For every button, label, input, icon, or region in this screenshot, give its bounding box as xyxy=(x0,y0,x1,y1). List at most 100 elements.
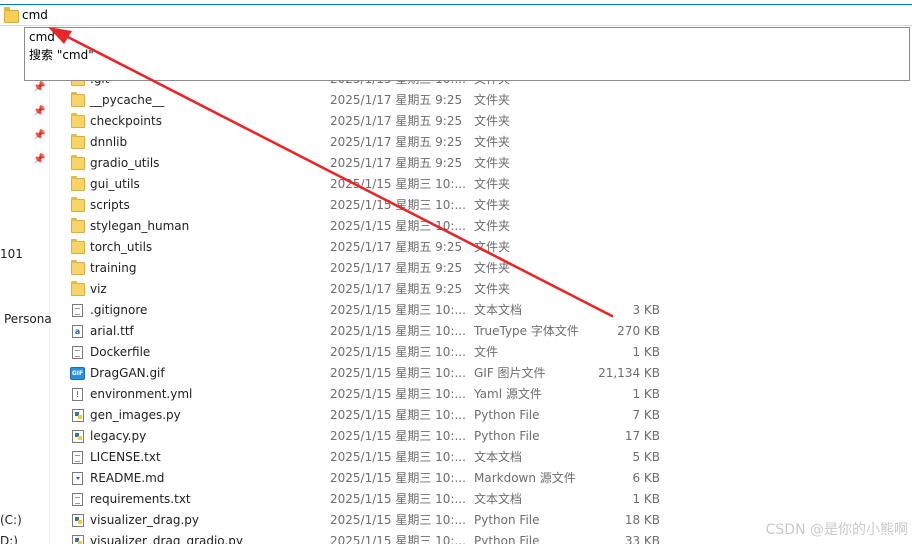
file-date-modified: 2025/1/17 星期五 9:25 xyxy=(330,93,463,107)
file-date-modified: 2025/1/15 星期三 10:... xyxy=(330,303,466,317)
file-type: Yaml 源文件 xyxy=(474,387,542,401)
file-list: .git2025/1/15 星期三 10:...文件夹__pycache__20… xyxy=(66,69,912,544)
address-suggestions-dropdown: cmd 搜索 "cmd" xyxy=(24,27,910,81)
pin-icon[interactable]: 📌 xyxy=(33,131,45,141)
file-row[interactable]: Dockerfile 2025/1/15 星期三 10:... 文件 1 KB xyxy=(66,342,912,363)
file-type: 文件夹 xyxy=(474,261,511,275)
file-size: 5 KB xyxy=(632,450,660,464)
file-date-modified: 2025/1/15 星期三 10:... xyxy=(330,471,466,485)
file-size: 21,134 KB xyxy=(598,366,660,380)
font-file-icon: a xyxy=(72,325,83,338)
file-row[interactable]: ! environment.yml 2025/1/15 星期三 10:... Yaml… xyxy=(66,384,912,405)
file-date-modified: 2025/1/15 星期三 10:... xyxy=(330,513,466,527)
file-type: Python File xyxy=(474,534,540,544)
suggestion-item-cmd[interactable]: cmd xyxy=(25,28,909,46)
file-name: .gitignore xyxy=(90,303,148,317)
file-name: dnnlib xyxy=(90,135,128,149)
file-name: torch_utils xyxy=(90,240,153,254)
address-input[interactable]: cmd xyxy=(22,7,48,23)
file-name: training xyxy=(90,261,137,275)
file-type: 文件夹 xyxy=(474,198,511,212)
file-date-modified: 2025/1/15 星期三 10:... xyxy=(330,324,466,338)
pin-icon[interactable]: 📌 xyxy=(33,83,45,93)
folder-row[interactable]: gradio_utils 2025/1/17 星期五 9:25 文件夹 xyxy=(66,153,912,174)
file-date-modified: 2025/1/15 星期三 10:... xyxy=(330,177,466,191)
file-row[interactable]: README.md 2025/1/15 星期三 10:... Markdown 源文… xyxy=(66,468,912,489)
file-row[interactable]: gen_images.py 2025/1/15 星期三 10:... Python … xyxy=(66,405,912,426)
file-size: 1 KB xyxy=(632,387,660,401)
file-type: 文件夹 xyxy=(474,135,511,149)
folder-row[interactable]: scripts 2025/1/15 星期三 10:... 文件夹 xyxy=(66,195,912,216)
pin-icon[interactable]: 📌 xyxy=(33,155,45,165)
file-row[interactable]: LICENSE.txt 2025/1/15 星期三 10:... 文本文档 5 KB xyxy=(66,447,912,468)
folder-row[interactable]: training 2025/1/17 星期五 9:25 文件夹 xyxy=(66,258,912,279)
file-row[interactable]: .gitignore 2025/1/15 星期三 10:... 文本文档 3 KB xyxy=(66,300,912,321)
file-size: 3 KB xyxy=(632,303,660,317)
folder-row[interactable]: stylegan_human 2025/1/15 星期三 10:... 文件夹 xyxy=(66,216,912,237)
file-name: requirements.txt xyxy=(90,492,191,506)
folder-row[interactable]: __pycache__ 2025/1/17 星期五 9:25 文件夹 xyxy=(66,90,912,111)
nav-item-label[interactable]: (C:) xyxy=(0,513,22,527)
file-name: visualizer_drag_gradio.py xyxy=(90,534,243,544)
file-type: 文件夹 xyxy=(474,219,511,233)
nav-item-label[interactable]: D:) xyxy=(0,534,18,544)
file-type: 文件夹 xyxy=(474,114,511,128)
file-name: gui_utils xyxy=(90,177,140,191)
file-type: Python File xyxy=(474,408,540,422)
folder-icon xyxy=(71,281,85,296)
file-row[interactable]: legacy.py 2025/1/15 星期三 10:... Python File… xyxy=(66,426,912,447)
file-date-modified: 2025/1/17 星期五 9:25 xyxy=(330,240,463,254)
suggestion-item-search-cmd[interactable]: 搜索 "cmd" xyxy=(25,46,909,64)
file-type: 文件夹 xyxy=(474,282,511,296)
folder-icon xyxy=(71,260,85,275)
folder-row[interactable]: dnnlib 2025/1/17 星期五 9:25 文件夹 xyxy=(66,132,912,153)
pin-icon[interactable]: 📌 xyxy=(33,107,45,117)
markdown-file-icon xyxy=(72,472,83,485)
file-size: 1 KB xyxy=(632,345,660,359)
file-date-modified: 2025/1/17 星期五 9:25 xyxy=(330,135,463,149)
text-file-icon xyxy=(72,451,83,464)
folder-row[interactable]: gui_utils 2025/1/15 星期三 10:... 文件夹 xyxy=(66,174,912,195)
file-size: 17 KB xyxy=(624,429,660,443)
text-file-icon xyxy=(72,304,83,317)
file-date-modified: 2025/1/15 星期三 10:... xyxy=(330,408,466,422)
file-row[interactable]: GIF DragGAN.gif 2025/1/15 星期三 10:... GIF 图片… xyxy=(66,363,912,384)
file-name: LICENSE.txt xyxy=(90,450,161,464)
file-name: __pycache__ xyxy=(90,93,165,107)
file-type: 文件夹 xyxy=(474,240,511,254)
file-name: checkpoints xyxy=(90,114,162,128)
navigation-pane: 📌 📌 📌 📌 101 Persona (C:) D:) xyxy=(0,27,52,544)
file-row[interactable]: requirements.txt 2025/1/15 星期三 10:... 文本文档… xyxy=(66,489,912,510)
file-date-modified: 2025/1/15 星期三 10:... xyxy=(330,366,466,380)
file-date-modified: 2025/1/15 星期三 10:... xyxy=(330,219,466,233)
file-type: 文件 xyxy=(474,345,499,359)
file-type: 文件夹 xyxy=(474,177,511,191)
file-name: scripts xyxy=(90,198,130,212)
file-name: viz xyxy=(90,282,107,296)
file-name: legacy.py xyxy=(90,429,147,443)
file-size: 33 KB xyxy=(624,534,660,544)
file-type: GIF 图片文件 xyxy=(474,366,546,380)
folder-row[interactable]: viz 2025/1/17 星期五 9:25 文件夹 xyxy=(66,279,912,300)
file-icon xyxy=(72,346,83,359)
file-date-modified: 2025/1/15 星期三 10:... xyxy=(330,429,466,443)
file-size: 18 KB xyxy=(624,513,660,527)
file-row[interactable]: a arial.ttf 2025/1/15 星期三 10:... TrueType 字… xyxy=(66,321,912,342)
file-name: gradio_utils xyxy=(90,156,160,170)
folder-icon xyxy=(71,113,85,128)
address-bar[interactable]: cmd xyxy=(0,4,912,26)
python-file-icon xyxy=(72,535,84,544)
file-type: Python File xyxy=(474,429,540,443)
file-name: README.md xyxy=(90,471,165,485)
folder-icon xyxy=(71,218,85,233)
nav-item-label[interactable]: Persona xyxy=(4,312,52,326)
file-date-modified: 2025/1/17 星期五 9:25 xyxy=(330,156,463,170)
file-date-modified: 2025/1/15 星期三 10:... xyxy=(330,450,466,464)
file-type: 文本文档 xyxy=(474,450,523,464)
folder-row[interactable]: checkpoints 2025/1/17 星期五 9:25 文件夹 xyxy=(66,111,912,132)
folder-row[interactable]: torch_utils 2025/1/17 星期五 9:25 文件夹 xyxy=(66,237,912,258)
file-type: 文件夹 xyxy=(474,156,511,170)
file-name: arial.ttf xyxy=(90,324,134,338)
nav-item-label[interactable]: 101 xyxy=(0,247,23,261)
file-size: 1 KB xyxy=(632,492,660,506)
